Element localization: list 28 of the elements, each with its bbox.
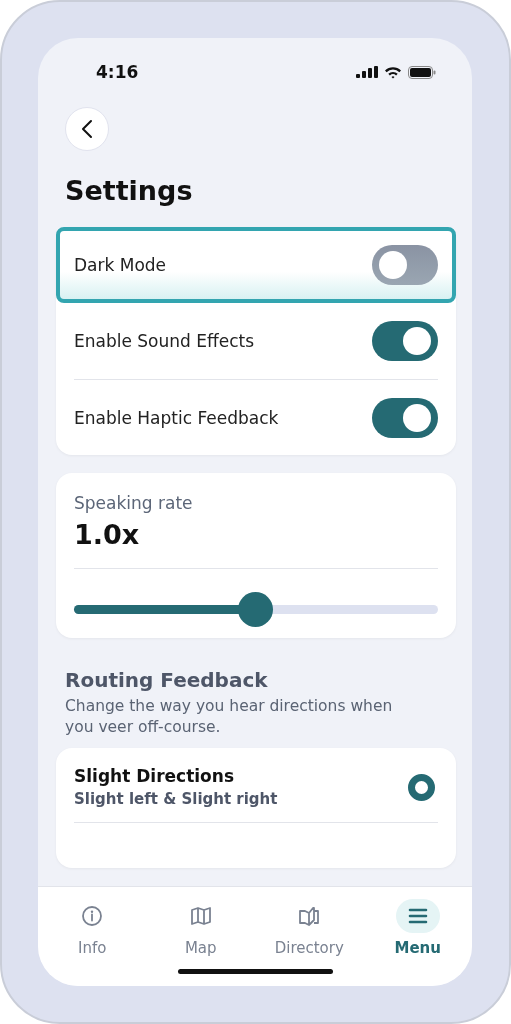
- speaking-rate-label: Speaking rate: [74, 493, 194, 513]
- wifi-icon: [384, 65, 402, 79]
- chevron-left-icon: [81, 119, 93, 139]
- toggle-switch[interactable]: [372, 321, 438, 361]
- tab-item[interactable]: Map: [150, 899, 251, 957]
- info-icon: [81, 905, 104, 927]
- book-icon: [298, 905, 321, 927]
- setting-label: Enable Sound Effects: [74, 331, 255, 351]
- section-title: Routing Feedback: [65, 668, 269, 692]
- page-title: Settings: [65, 174, 194, 208]
- battery-icon: [408, 65, 436, 79]
- map-icon: [189, 905, 212, 927]
- setting-label: Dark Mode: [74, 255, 167, 275]
- option-title: Slight Directions: [74, 766, 235, 786]
- speaking-rate-value: 1.0x: [74, 519, 141, 550]
- tab-item[interactable]: Menu: [367, 899, 468, 957]
- back-button[interactable]: [65, 107, 109, 151]
- signal-icon: [356, 66, 378, 78]
- tab-item[interactable]: Directory: [259, 899, 360, 957]
- toggle-switch[interactable]: [372, 397, 438, 438]
- tab-item[interactable]: Info: [42, 899, 143, 957]
- slider-thumb[interactable]: [238, 592, 273, 627]
- radio-button[interactable]: [408, 773, 435, 801]
- option-subtitle: Slight left & Slight right: [74, 790, 278, 808]
- status-time: 4:16: [96, 62, 139, 82]
- setting-label: Enable Haptic Feedback: [74, 407, 279, 428]
- toggle-switch[interactable]: [372, 245, 438, 285]
- section-description: Change the way you hear directions when you veer off-course.: [65, 696, 394, 738]
